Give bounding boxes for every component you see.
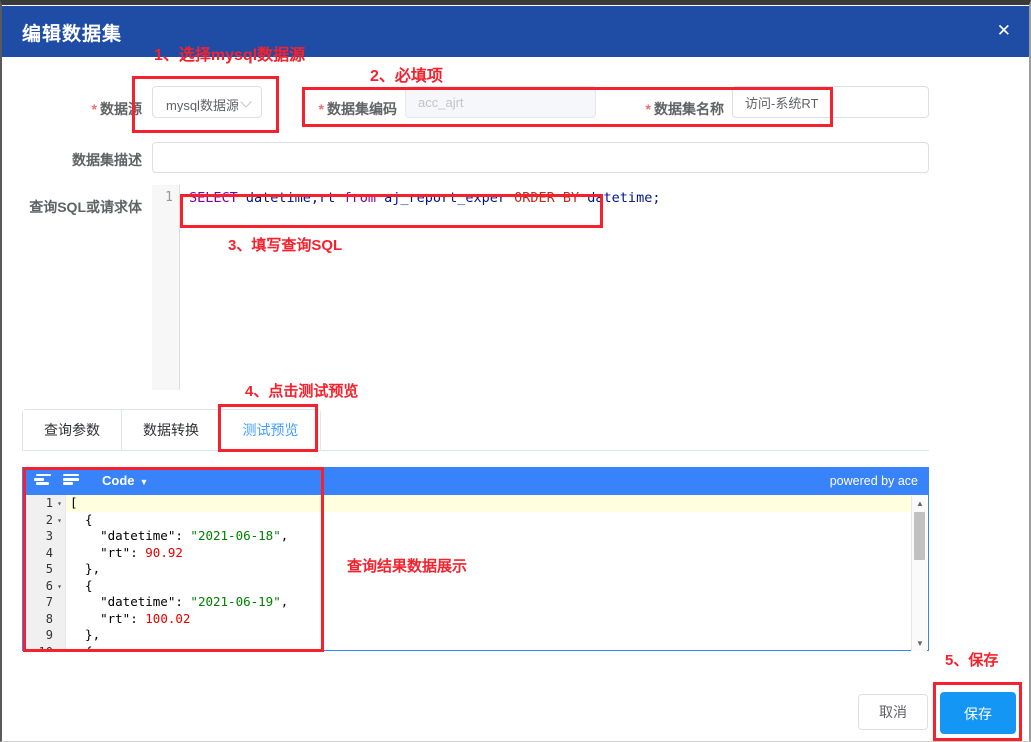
json-line-code: {: [65, 644, 928, 651]
json-line-code: "rt": 90.92: [65, 545, 928, 562]
description-label: 数据集描述: [2, 150, 142, 170]
fold-caret-icon[interactable]: ▾: [53, 645, 62, 651]
json-preview-editor[interactable]: Code▼ powered by ace 1▾[2▾ {3 "datetime"…: [22, 467, 929, 651]
json-line: 8 "rt": 100.02: [23, 611, 928, 628]
json-line-number: 2▾: [23, 512, 65, 529]
annotation-step3: 3、填写查询SQL: [228, 234, 342, 255]
datasource-select-value: mysql数据源: [166, 95, 238, 112]
json-line-code: "rt": 100.02: [65, 611, 928, 628]
caret-down-icon: ▼: [140, 477, 149, 487]
scrollbar-thumb[interactable]: [914, 512, 925, 560]
annotation-step4: 4、点击测试预览: [245, 380, 358, 401]
chevron-down-icon: [240, 96, 251, 107]
json-line-number: 3: [23, 528, 65, 545]
json-line-code: [: [65, 495, 928, 512]
json-line: 3 "datetime": "2021-06-18",: [23, 528, 928, 545]
save-button[interactable]: 保存: [940, 692, 1016, 734]
close-icon[interactable]: ✕: [997, 19, 1011, 43]
json-line-number: 10▾: [23, 644, 65, 651]
dataset-code-input[interactable]: [405, 86, 596, 118]
json-line: 2▾ {: [23, 512, 928, 529]
json-line-code: "datetime": "2021-06-19",: [65, 594, 928, 611]
edit-dataset-dialog: 编辑数据集 ✕ *数据源 mysql数据源 *数据集编码 *数据集名称 数据集描…: [0, 0, 1031, 742]
json-line-code: {: [65, 512, 928, 529]
sql-token: from: [343, 190, 384, 206]
json-line-code: "datetime": "2021-06-18",: [65, 528, 928, 545]
datasource-select[interactable]: mysql数据源: [152, 86, 262, 118]
tab-查询参数[interactable]: 查询参数: [23, 410, 122, 450]
dialog-title: 编辑数据集: [22, 19, 122, 46]
sql-token: aj_report_exper: [384, 190, 514, 206]
fold-caret-icon[interactable]: ▾: [53, 579, 62, 596]
annotation-step1: 1、选择mysql数据源: [154, 41, 305, 65]
json-editor-content[interactable]: 1▾[2▾ {3 "datetime": "2021-06-18",4 "rt"…: [23, 495, 928, 650]
json-line: 5 },: [23, 561, 928, 578]
description-input[interactable]: [152, 142, 929, 173]
json-line-number: 4: [23, 545, 65, 562]
result-tabs: 查询参数数据转换测试预览: [22, 409, 929, 451]
json-line-number: 8: [23, 611, 65, 628]
editor-scrollbar[interactable]: ▲ ▼: [911, 496, 927, 651]
tab-数据转换[interactable]: 数据转换: [122, 410, 221, 450]
json-line: 1▾[: [23, 495, 928, 512]
fold-caret-icon[interactable]: ▾: [53, 513, 62, 530]
json-editor-menubar: Code▼ powered by ace: [23, 468, 928, 495]
powered-by-ace-label: powered by ace: [830, 474, 918, 488]
json-line-number: 9: [23, 627, 65, 644]
json-line-number: 1▾: [23, 495, 65, 512]
json-line-code: {: [65, 578, 928, 595]
json-line-number: 5: [23, 561, 65, 578]
sql-token: datetime,rt: [246, 190, 344, 206]
sql-token: ORDER BY: [514, 190, 587, 206]
datasource-label: *数据源: [2, 99, 142, 119]
json-line: 6▾ {: [23, 578, 928, 595]
sql-line-number: 1: [152, 185, 179, 205]
tabs-divider: [22, 450, 929, 451]
tab-测试预览[interactable]: 测试预览: [221, 410, 320, 450]
format-icon[interactable]: [34, 474, 51, 489]
sql-label: 查询SQL或请求体: [2, 197, 142, 217]
cancel-button[interactable]: 取消: [858, 694, 928, 730]
compact-icon[interactable]: [63, 474, 80, 489]
sql-editor-gutter: 1: [152, 185, 180, 390]
json-line: 7 "datetime": "2021-06-19",: [23, 594, 928, 611]
required-mark: *: [92, 101, 97, 117]
annotation-result: 查询结果数据展示: [347, 555, 467, 576]
mode-dropdown[interactable]: Code▼: [102, 473, 148, 488]
json-line-code: },: [65, 627, 928, 644]
json-line-number: 6▾: [23, 578, 65, 595]
json-line: 4 "rt": 90.92: [23, 545, 928, 562]
dataset-code-label: *数据集编码: [257, 99, 397, 119]
scroll-down-icon[interactable]: ▼: [912, 639, 928, 648]
scroll-up-icon[interactable]: ▲: [912, 499, 928, 508]
json-line: 9 },: [23, 627, 928, 644]
dataset-name-label: *数据集名称: [584, 99, 724, 119]
annotation-step2: 2、必填项: [370, 62, 443, 86]
sql-editor[interactable]: 1 SELECT datetime,rt from aj_report_expe…: [152, 185, 929, 390]
json-line-code: },: [65, 561, 928, 578]
json-line-number: 7: [23, 594, 65, 611]
sql-code-line: SELECT datetime,rt from aj_report_exper …: [189, 190, 660, 206]
dataset-name-input[interactable]: [732, 86, 929, 118]
sql-token: datetime;: [587, 190, 660, 206]
annotation-step5: 5、保存: [945, 649, 998, 670]
tabs-nav: 查询参数数据转换测试预览: [22, 409, 321, 450]
json-line: 10▾ {: [23, 644, 928, 651]
fold-caret-icon[interactable]: ▾: [53, 496, 62, 513]
sql-token: SELECT: [189, 190, 246, 206]
